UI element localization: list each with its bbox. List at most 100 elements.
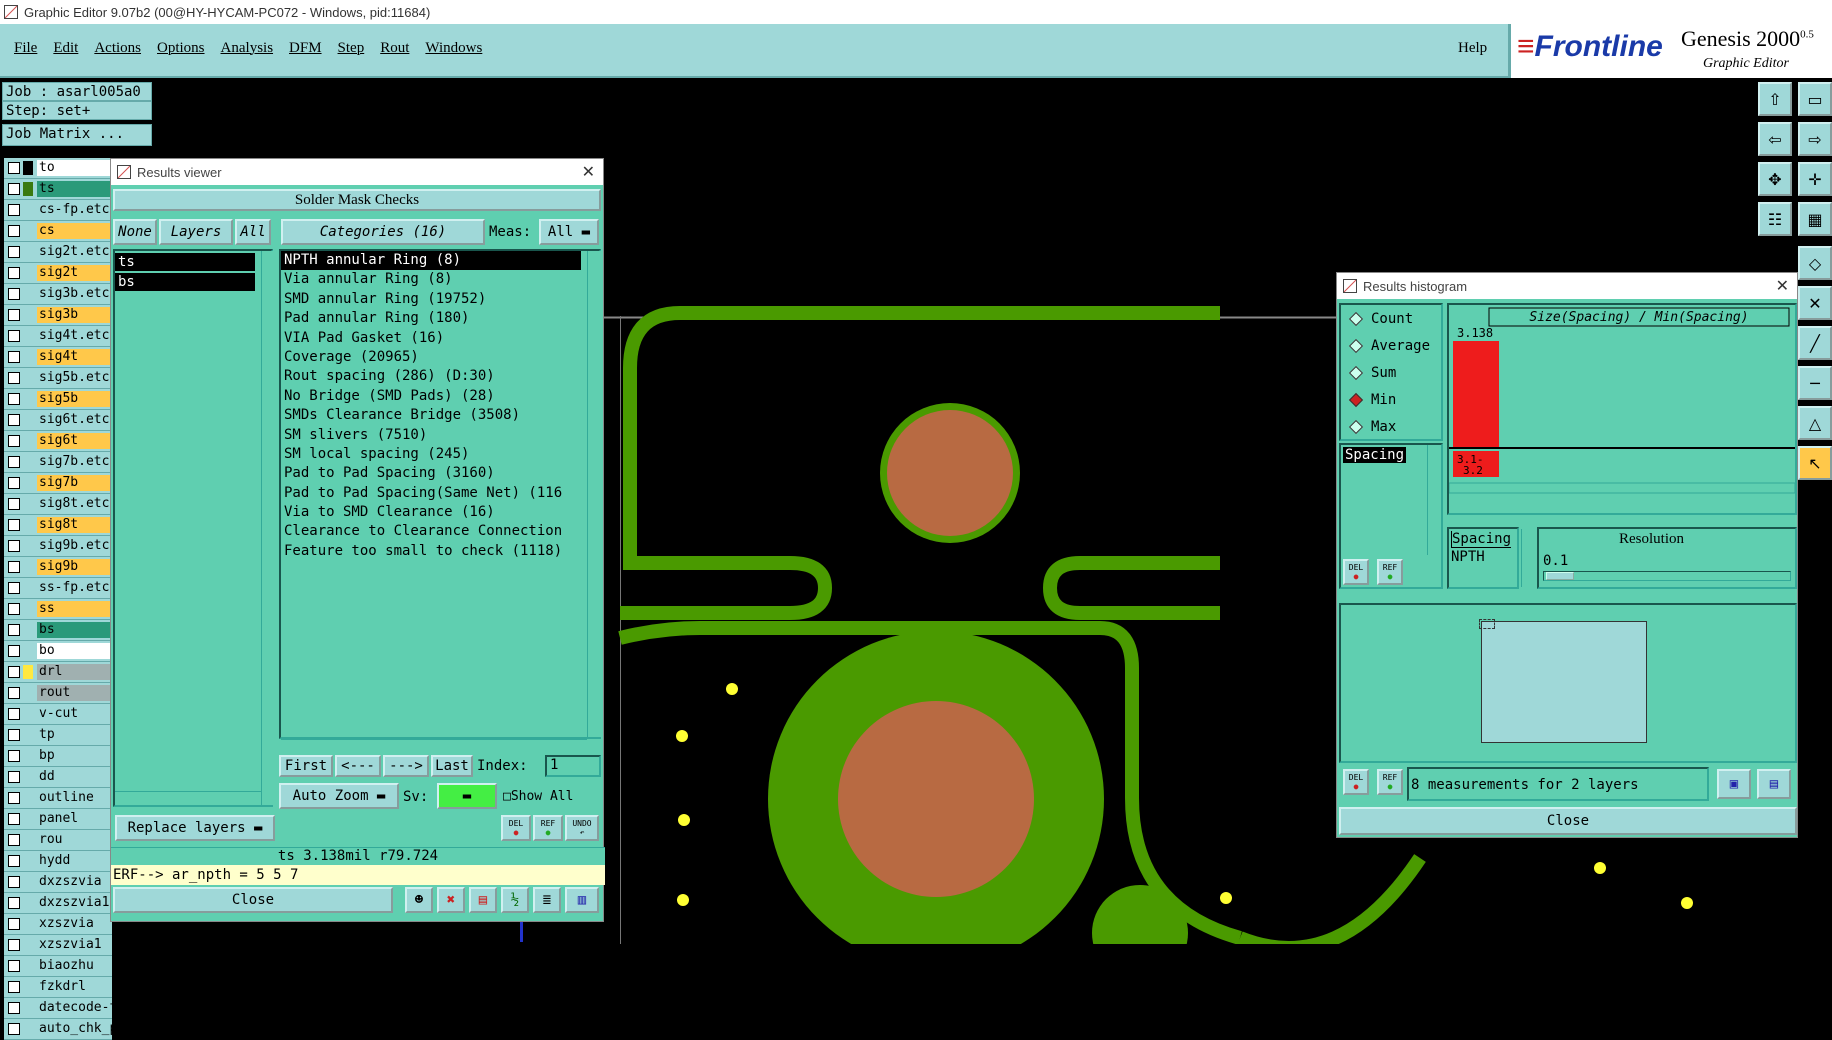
- layer-name[interactable]: sig5b.etch: [37, 370, 112, 386]
- layer-checkbox[interactable]: [8, 246, 20, 258]
- histogram-bar[interactable]: [1453, 341, 1499, 447]
- layer-checkbox[interactable]: [8, 162, 20, 174]
- layer-row-sig5b[interactable]: sig5b: [4, 389, 112, 410]
- layer-row-xzszvia[interactable]: xzszvia: [4, 914, 112, 935]
- layer-name[interactable]: sig7b: [37, 475, 112, 491]
- menu-options[interactable]: Options: [149, 40, 213, 57]
- layer-checkbox[interactable]: [8, 1023, 20, 1035]
- layer-row-ts[interactable]: ts: [4, 179, 112, 200]
- sv-color-dropdown[interactable]: ▬: [437, 783, 497, 809]
- layer-checkbox[interactable]: [8, 687, 20, 699]
- layer-checkbox[interactable]: [8, 414, 20, 426]
- mode-radio-average[interactable]: Average: [1348, 338, 1430, 354]
- layer-row-hydd[interactable]: hydd: [4, 851, 112, 872]
- layer-row-sig8t.etch[interactable]: sig8t.etch: [4, 494, 112, 515]
- result-layer-ts[interactable]: ts: [115, 253, 255, 271]
- category-item[interactable]: Via annular Ring (8): [281, 270, 581, 289]
- index-input[interactable]: 1: [545, 755, 601, 777]
- export-icon[interactable]: ▣: [1717, 769, 1751, 799]
- layer-row-sig6t[interactable]: sig6t: [4, 431, 112, 452]
- layer-checkbox[interactable]: [8, 582, 20, 594]
- count-icon[interactable]: ½: [501, 887, 529, 913]
- layer-name[interactable]: dd: [37, 769, 112, 785]
- layer-name[interactable]: datecode-t: [37, 1000, 112, 1016]
- layer-name[interactable]: sig3b: [37, 307, 112, 323]
- layer-row-ss[interactable]: ss: [4, 599, 112, 620]
- layer-result-list[interactable]: ts bs: [113, 249, 273, 807]
- undo-button[interactable]: UNDO ↶: [565, 815, 599, 841]
- screen-icon[interactable]: ▭: [1798, 82, 1832, 116]
- menu-file[interactable]: File: [6, 40, 45, 57]
- layer-row-sig4t[interactable]: sig4t: [4, 347, 112, 368]
- auto-zoom-dropdown[interactable]: Auto Zoom ▬: [279, 783, 399, 809]
- layer-name[interactable]: rout: [37, 685, 112, 701]
- layer-checkbox[interactable]: [8, 645, 20, 657]
- layer-name[interactable]: outline: [37, 790, 112, 806]
- layer-checkbox[interactable]: [8, 960, 20, 972]
- layer-name[interactable]: sig5b: [37, 391, 112, 407]
- layer-checkbox[interactable]: [8, 351, 20, 363]
- none-button[interactable]: None: [113, 219, 157, 245]
- close-icon[interactable]: ✕: [582, 162, 595, 181]
- layer-row-sig3b[interactable]: sig3b: [4, 305, 112, 326]
- layer-name[interactable]: dxzszvia: [37, 874, 112, 890]
- layers-button[interactable]: Layers: [159, 219, 233, 245]
- category-item[interactable]: SMD annular Ring (19752): [281, 290, 581, 309]
- layer-row-bp[interactable]: bp: [4, 746, 112, 767]
- layer-name[interactable]: drl: [37, 664, 112, 680]
- layer-row-sig6t.etch[interactable]: sig6t.etch: [4, 410, 112, 431]
- layer-row-outline[interactable]: outline: [4, 788, 112, 809]
- close-icon[interactable]: ✕: [1776, 276, 1789, 295]
- layer-row-dxzszvia1[interactable]: dxzszvia1: [4, 893, 112, 914]
- layer-name[interactable]: ss: [37, 601, 112, 617]
- layer-checkbox[interactable]: [8, 603, 20, 615]
- category-item[interactable]: SMDs Clearance Bridge (3508): [281, 406, 581, 425]
- layer-row-rout[interactable]: rout: [4, 683, 112, 704]
- layer-name[interactable]: auto_chk_pn: [37, 1021, 112, 1037]
- layer-name[interactable]: tp: [37, 727, 112, 743]
- layer-row-sig7b[interactable]: sig7b: [4, 473, 112, 494]
- layer-row-tp[interactable]: tp: [4, 725, 112, 746]
- layer-name[interactable]: fzkdrl: [37, 979, 112, 995]
- zoom-home-icon[interactable]: ⇧: [1758, 82, 1792, 116]
- type-item-spacing[interactable]: Spacing: [1343, 447, 1407, 463]
- layer-name[interactable]: sig6t: [37, 433, 112, 449]
- replace-layers-dropdown[interactable]: Replace layers ▬: [115, 815, 275, 841]
- category-list[interactable]: NPTH annular Ring (8) Via annular Ring (8…: [279, 249, 601, 739]
- filter-icon[interactable]: ▤: [469, 887, 497, 913]
- mode-radio-max[interactable]: Max: [1348, 419, 1396, 435]
- menu-step[interactable]: Step: [330, 40, 373, 57]
- layer-checkbox[interactable]: [8, 183, 20, 195]
- pan-right-icon[interactable]: ⇨: [1798, 122, 1832, 156]
- layer-checkbox[interactable]: [8, 393, 20, 405]
- layer-name[interactable]: sig8t.etch: [37, 496, 112, 512]
- layer-checkbox[interactable]: [8, 792, 20, 804]
- layer-row-dd[interactable]: dd: [4, 767, 112, 788]
- layer-checkbox[interactable]: [8, 561, 20, 573]
- layer-row-sig9b.etch[interactable]: sig9b.etch: [4, 536, 112, 557]
- layer-checkbox[interactable]: [8, 666, 20, 678]
- layer-name[interactable]: panel: [37, 811, 112, 827]
- layer-name[interactable]: biaozhu: [37, 958, 112, 974]
- category-item[interactable]: SM slivers (7510): [281, 426, 581, 445]
- category-item[interactable]: Rout spacing (286) (D:30): [281, 367, 581, 386]
- layer-list-scrollbar[interactable]: [261, 251, 275, 805]
- layer-name[interactable]: bp: [37, 748, 112, 764]
- layer-name[interactable]: xzszvia1: [37, 937, 112, 953]
- close-button[interactable]: Close: [113, 887, 393, 913]
- layer-row-rou[interactable]: rou: [4, 830, 112, 851]
- polygon-icon[interactable]: ◇: [1798, 246, 1832, 280]
- layer-list-hscroll[interactable]: [115, 791, 261, 803]
- mode-radio-count[interactable]: Count: [1348, 311, 1413, 327]
- category-item[interactable]: Pad to Pad Spacing(Same Net) (116: [281, 484, 581, 503]
- result-layer-bs[interactable]: bs: [115, 273, 255, 291]
- layer-checkbox[interactable]: [8, 540, 20, 552]
- layer-checkbox[interactable]: [8, 309, 20, 321]
- menu-rout[interactable]: Rout: [372, 40, 417, 57]
- layer-checkbox[interactable]: [8, 624, 20, 636]
- layer-checkbox[interactable]: [8, 981, 20, 993]
- layer-checkbox[interactable]: [8, 519, 20, 531]
- layer-name[interactable]: hydd: [37, 853, 112, 869]
- layer-checkbox[interactable]: [8, 834, 20, 846]
- layer-row-fzkdrl[interactable]: fzkdrl: [4, 977, 112, 998]
